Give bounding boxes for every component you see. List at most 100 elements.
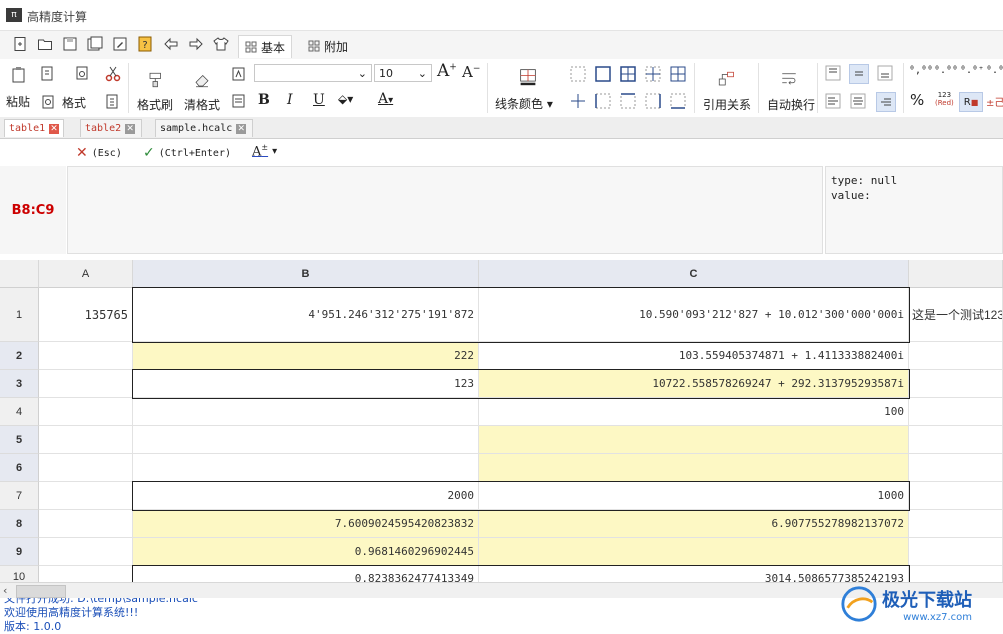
confirm-edit-button[interactable]: ✓ (Ctrl+Enter): [143, 145, 231, 161]
format-label[interactable]: 格式: [62, 94, 86, 111]
border-right-icon[interactable]: [644, 92, 662, 110]
cell-d10[interactable]: [909, 566, 1003, 582]
align-middle-icon[interactable]: [849, 64, 869, 84]
new-file-icon[interactable]: [12, 36, 28, 52]
cell-c6[interactable]: [479, 454, 909, 482]
cell-d4[interactable]: [909, 398, 1003, 426]
cell-b9[interactable]: 0.9681460296902445: [133, 538, 479, 566]
row-header[interactable]: 5: [0, 426, 39, 454]
cell-c8[interactable]: 6.907755278982137072: [479, 510, 909, 538]
font-shrink-icon[interactable]: A−: [462, 63, 480, 81]
cell-d5[interactable]: [909, 426, 1003, 454]
cell-d2[interactable]: [909, 342, 1003, 370]
thousands-separator-icon[interactable]: ⁰,⁰⁰: [909, 65, 933, 76]
cell-b5[interactable]: [133, 426, 479, 454]
bold-button[interactable]: B: [258, 92, 270, 108]
align-center-icon[interactable]: [849, 92, 867, 110]
column-header-a[interactable]: A: [39, 260, 133, 288]
undo-icon[interactable]: [163, 36, 179, 52]
cell-d1[interactable]: 这是一个测试123: [909, 288, 1003, 342]
row-header[interactable]: 7: [0, 482, 39, 510]
tab-basic[interactable]: 基本: [238, 35, 293, 58]
cell-c2[interactable]: 103.559405374871 + 1.411333882400i: [479, 342, 909, 370]
theme-shirt-icon[interactable]: [213, 36, 229, 52]
save-icon[interactable]: [62, 36, 78, 52]
cell-c9[interactable]: [479, 538, 909, 566]
underline-button[interactable]: U: [313, 92, 325, 108]
fill-color-icon[interactable]: ⬙▾: [338, 92, 353, 106]
border-cross-icon[interactable]: [569, 92, 587, 110]
clear-format-label[interactable]: 清格式: [184, 96, 220, 113]
increase-decimal-icon[interactable]: ⁰.⁰⁺: [960, 65, 984, 76]
column-header-d[interactable]: [909, 260, 1003, 288]
wrap-text-icon[interactable]: [777, 67, 801, 91]
paste-value-icon[interactable]: [103, 93, 121, 111]
align-bottom-icon[interactable]: [876, 64, 894, 82]
cell-b6[interactable]: [133, 454, 479, 482]
wrap-text-label[interactable]: 自动换行: [767, 96, 815, 113]
align-left-icon[interactable]: [824, 92, 842, 110]
column-header-b[interactable]: B: [133, 260, 479, 288]
cell-d6[interactable]: [909, 454, 1003, 482]
save-as-icon[interactable]: [112, 36, 128, 52]
percent-button[interactable]: %: [910, 91, 924, 109]
decrease-decimal-icon[interactable]: ⁰.⁰: [986, 65, 1003, 76]
border-top-icon[interactable]: [619, 92, 637, 110]
font-size-select[interactable]: 10 ⌄: [374, 64, 432, 82]
format-r-button[interactable]: R ■: [959, 92, 983, 112]
cell-c4[interactable]: 100: [479, 398, 909, 426]
format-truncate-button[interactable]: ±己: [986, 94, 1003, 109]
cell-b4[interactable]: [133, 398, 479, 426]
close-icon[interactable]: ✕: [49, 123, 59, 134]
cell-b2[interactable]: 222: [133, 342, 479, 370]
font-style-icon[interactable]: A± ▾: [252, 143, 277, 159]
cell-b8[interactable]: 7.6009024595420823832: [133, 510, 479, 538]
font-color-icon[interactable]: A▾: [378, 91, 393, 107]
cell-d7[interactable]: [909, 482, 1003, 510]
font-grow-icon[interactable]: A+: [437, 61, 457, 81]
chevron-left-icon[interactable]: ‹: [3, 584, 7, 597]
italic-button[interactable]: I: [287, 92, 293, 108]
open-folder-icon[interactable]: [37, 36, 53, 52]
border-left-icon[interactable]: [594, 92, 612, 110]
grid-corner[interactable]: [0, 260, 39, 288]
cell-a5[interactable]: [39, 426, 133, 454]
cell-d3[interactable]: [909, 370, 1003, 398]
copy-icon[interactable]: [39, 65, 57, 83]
help-icon[interactable]: ?: [137, 36, 153, 52]
border-grid-icon[interactable]: [669, 65, 687, 83]
row-header[interactable]: 1: [0, 288, 39, 342]
cell-c7[interactable]: 1000: [479, 482, 909, 510]
column-header-c[interactable]: C: [479, 260, 909, 288]
cell-b3[interactable]: 123: [133, 370, 479, 398]
close-icon[interactable]: ✕: [236, 123, 247, 134]
reference-icon[interactable]: [714, 67, 738, 91]
formula-input[interactable]: [67, 166, 823, 254]
cell-a7[interactable]: [39, 482, 133, 510]
format-painter-icon[interactable]: [144, 68, 168, 92]
border-all-icon[interactable]: [619, 65, 637, 83]
row-header[interactable]: 9: [0, 538, 39, 566]
paste-label[interactable]: 粘贴: [6, 93, 30, 110]
align-top-icon[interactable]: [824, 64, 842, 82]
redo-icon[interactable]: [188, 36, 204, 52]
cell-c1[interactable]: 10.590'093'212'827 + 10.012'300'000'000i: [479, 288, 909, 342]
row-header[interactable]: 10: [0, 566, 39, 582]
cut-icon[interactable]: [104, 65, 122, 83]
eraser-icon[interactable]: [190, 68, 214, 92]
copy-format-icon[interactable]: [73, 65, 91, 83]
scrollbar-thumb[interactable]: [16, 585, 66, 598]
font-name-select[interactable]: ⌄: [254, 64, 372, 82]
doc-tab-sample[interactable]: sample.hcalc ✕: [155, 119, 253, 137]
cancel-edit-button[interactable]: ✕ (Esc): [76, 145, 122, 161]
cell-a6[interactable]: [39, 454, 133, 482]
font-settings-icon[interactable]: [230, 92, 248, 110]
line-color-label[interactable]: 线条颜色 ▾: [495, 95, 553, 112]
cell-a3[interactable]: [39, 370, 133, 398]
decimal-format-icon[interactable]: ⁰.⁰⁰: [934, 65, 958, 76]
red-negative-button[interactable]: 123 (Red): [935, 91, 954, 107]
paste-format-icon[interactable]: [40, 93, 58, 111]
cell-d8[interactable]: [909, 510, 1003, 538]
line-color-icon[interactable]: [517, 66, 539, 88]
row-header[interactable]: 8: [0, 510, 39, 538]
